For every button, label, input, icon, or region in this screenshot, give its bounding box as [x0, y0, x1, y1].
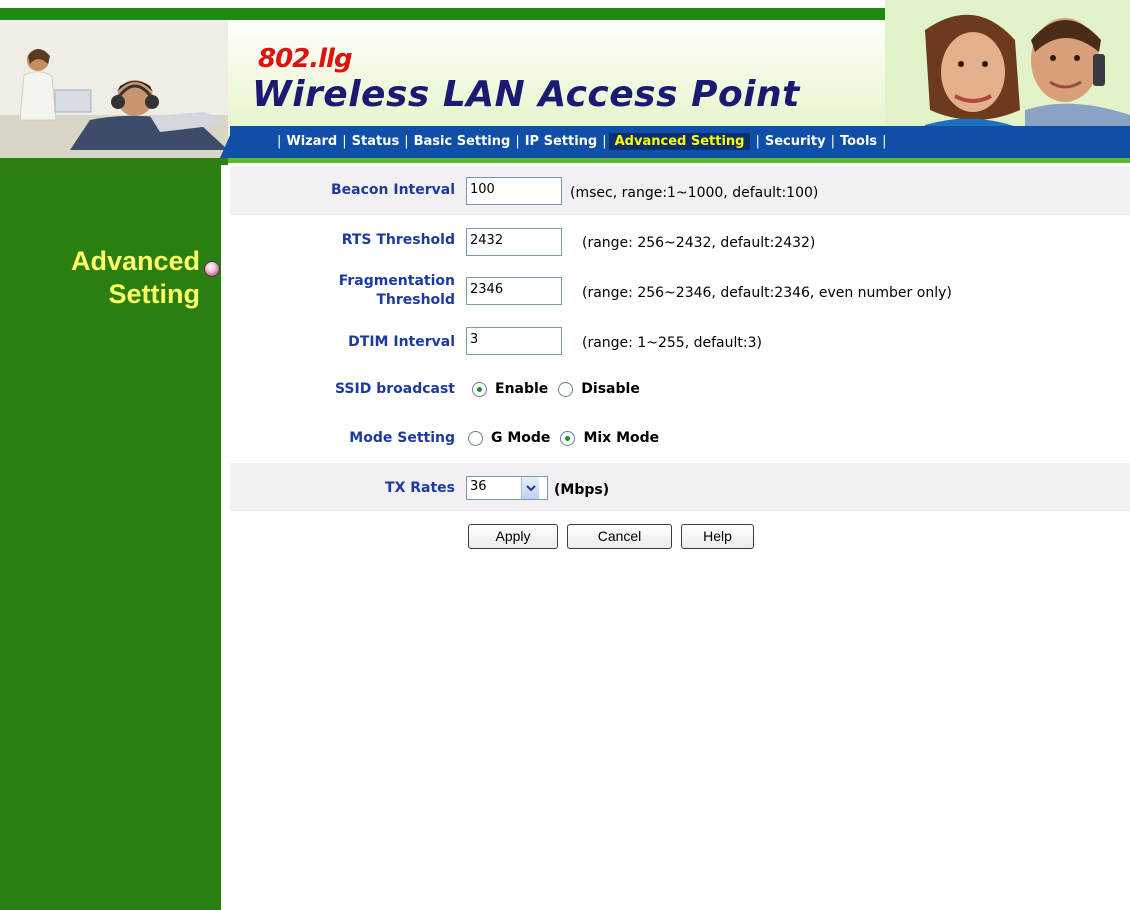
page-header: 802.llg Wireless LAN Access Point | Wiza… [0, 0, 1130, 165]
product-main-title: Wireless LAN Access Point [252, 74, 800, 115]
nav-item-wizard[interactable]: Wizard [286, 134, 337, 149]
fragmentation-label-line2: Threshold [376, 292, 455, 308]
rts-threshold-hint: (range: 256~2432, default:2432) [582, 235, 816, 251]
rts-threshold-label: RTS Threshold [341, 232, 455, 248]
people-illustration-left [0, 20, 228, 160]
main-navigation: | Wizard | Status | Basic Setting | IP S… [272, 131, 892, 151]
header-bottom-line-left [0, 158, 228, 165]
tx-rates-unit: (Mbps) [554, 482, 610, 498]
beacon-interval-label: Beacon Interval [330, 182, 455, 198]
fragmentation-threshold-hint: (range: 256~2346, default:2346, even num… [582, 285, 952, 301]
tx-rates-selected-value: 36 [470, 479, 487, 494]
beacon-interval-hint: (msec, range:1~1000, default:100) [570, 185, 819, 201]
nav-separator: | [515, 133, 520, 149]
mix-mode-radio[interactable] [560, 430, 576, 446]
product-model-title: 802.llg [258, 44, 353, 74]
nav-separator: | [602, 133, 607, 149]
beacon-interval-input[interactable]: 100 [466, 177, 562, 205]
nav-separator: | [830, 133, 835, 149]
tx-rates-label: TX Rates [385, 480, 455, 496]
nav-separator: | [342, 133, 347, 149]
ssid-enable-label: Enable [495, 381, 549, 397]
header-photo-left [0, 20, 228, 160]
rts-threshold-input[interactable]: 2432 [466, 228, 562, 256]
dtim-interval-input[interactable]: 3 [466, 327, 562, 355]
fragmentation-threshold-label: Fragmentation Threshold [280, 272, 455, 310]
g-mode-radio[interactable] [468, 430, 483, 446]
sidebar-title-line1: Advanced [70, 246, 200, 276]
ssid-disable-label: Disable [581, 381, 640, 397]
tx-rates-select[interactable]: 36 [466, 476, 548, 500]
sidebar-title-line2: Setting [108, 279, 201, 309]
bullet-dot-icon [204, 261, 220, 277]
fragmentation-threshold-input[interactable]: 2346 [466, 277, 562, 305]
cancel-button[interactable]: Cancel [567, 524, 672, 549]
nav-item-security[interactable]: Security [765, 134, 826, 149]
ssid-broadcast-options: Enable Disable [472, 381, 650, 397]
g-mode-label: G Mode [491, 430, 551, 446]
fragmentation-label-line1: Fragmentation [338, 273, 455, 289]
nav-item-tools[interactable]: Tools [840, 134, 877, 149]
ssid-broadcast-label: SSID broadcast [334, 381, 455, 397]
dtim-interval-hint: (range: 1~255, default:3) [582, 335, 762, 351]
chevron-down-icon[interactable] [521, 477, 539, 499]
apply-button[interactable]: Apply [468, 524, 558, 549]
nav-item-ip-setting[interactable]: IP Setting [525, 134, 598, 149]
ssid-disable-radio[interactable] [558, 381, 574, 397]
ssid-enable-radio[interactable] [472, 381, 487, 397]
sidebar-section-title: Advanced Setting [30, 245, 200, 311]
nav-separator: | [882, 133, 887, 149]
nav-item-advanced-setting[interactable]: Advanced Setting [608, 132, 751, 150]
dtim-interval-label: DTIM Interval [348, 334, 455, 350]
nav-item-basic-setting[interactable]: Basic Setting [414, 134, 511, 149]
nav-separator: | [404, 133, 409, 149]
help-button[interactable]: Help [681, 524, 754, 549]
mode-setting-label: Mode Setting [349, 430, 455, 446]
mix-mode-label: Mix Mode [583, 430, 660, 446]
mode-setting-options: G Mode Mix Mode [468, 430, 669, 446]
nav-separator: | [277, 133, 282, 149]
nav-item-status[interactable]: Status [352, 134, 400, 149]
nav-separator: | [755, 133, 760, 149]
